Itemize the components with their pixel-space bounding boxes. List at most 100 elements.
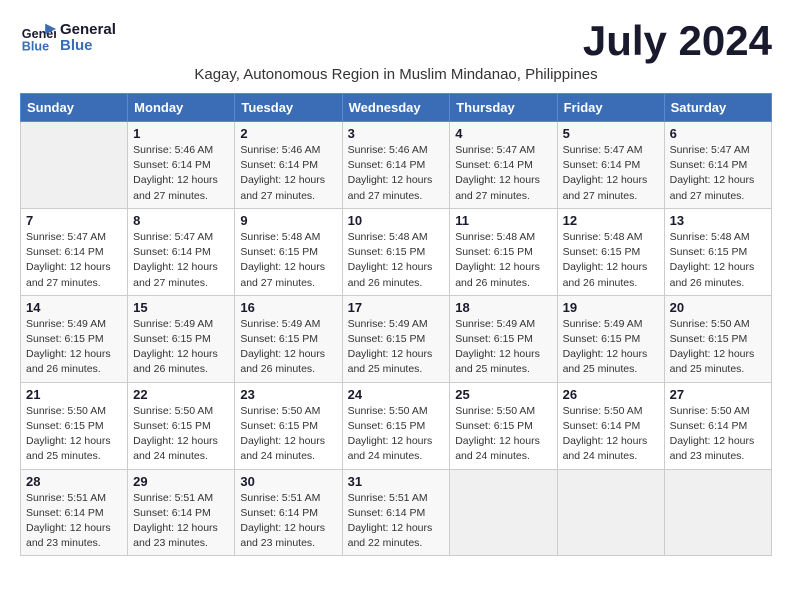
- calendar-cell: 18 Sunrise: 5:49 AM Sunset: 6:15 PM Dayli…: [450, 295, 557, 382]
- day-info: Sunrise: 5:51 AM Sunset: 6:14 PM Dayligh…: [133, 491, 229, 552]
- calendar-header-row: SundayMondayTuesdayWednesdayThursdayFrid…: [21, 94, 772, 122]
- day-number: 18: [455, 300, 551, 315]
- column-header-tuesday: Tuesday: [235, 94, 342, 122]
- calendar-cell: 23 Sunrise: 5:50 AM Sunset: 6:15 PM Dayli…: [235, 382, 342, 469]
- column-header-thursday: Thursday: [450, 94, 557, 122]
- day-info: Sunrise: 5:51 AM Sunset: 6:14 PM Dayligh…: [348, 491, 445, 552]
- day-number: 4: [455, 126, 551, 141]
- day-number: 22: [133, 387, 229, 402]
- calendar-cell: 8 Sunrise: 5:47 AM Sunset: 6:14 PM Daylig…: [128, 208, 235, 295]
- day-info: Sunrise: 5:49 AM Sunset: 6:15 PM Dayligh…: [563, 317, 659, 378]
- calendar-cell: 13 Sunrise: 5:48 AM Sunset: 6:15 PM Dayli…: [664, 208, 771, 295]
- calendar-subtitle: Kagay, Autonomous Region in Muslim Minda…: [20, 66, 772, 83]
- day-number: 24: [348, 387, 445, 402]
- column-header-friday: Friday: [557, 94, 664, 122]
- day-number: 10: [348, 213, 445, 228]
- day-info: Sunrise: 5:50 AM Sunset: 6:15 PM Dayligh…: [670, 317, 766, 378]
- day-info: Sunrise: 5:51 AM Sunset: 6:14 PM Dayligh…: [240, 491, 336, 552]
- day-info: Sunrise: 5:46 AM Sunset: 6:14 PM Dayligh…: [240, 143, 336, 204]
- day-number: 20: [670, 300, 766, 315]
- day-info: Sunrise: 5:49 AM Sunset: 6:15 PM Dayligh…: [348, 317, 445, 378]
- day-number: 27: [670, 387, 766, 402]
- day-number: 13: [670, 213, 766, 228]
- day-number: 17: [348, 300, 445, 315]
- day-info: Sunrise: 5:47 AM Sunset: 6:14 PM Dayligh…: [670, 143, 766, 204]
- day-info: Sunrise: 5:48 AM Sunset: 6:15 PM Dayligh…: [348, 230, 445, 291]
- day-info: Sunrise: 5:46 AM Sunset: 6:14 PM Dayligh…: [133, 143, 229, 204]
- day-number: 30: [240, 474, 336, 489]
- day-info: Sunrise: 5:49 AM Sunset: 6:15 PM Dayligh…: [455, 317, 551, 378]
- day-info: Sunrise: 5:48 AM Sunset: 6:15 PM Dayligh…: [455, 230, 551, 291]
- calendar-cell: 5Sunrise: 5:47 AM Sunset: 6:14 PM Daylig…: [557, 122, 664, 209]
- calendar-cell: 29 Sunrise: 5:51 AM Sunset: 6:14 PM Dayli…: [128, 469, 235, 556]
- day-number: 3: [348, 126, 445, 141]
- day-number: 9: [240, 213, 336, 228]
- day-number: 26: [563, 387, 659, 402]
- day-info: Sunrise: 5:49 AM Sunset: 6:15 PM Dayligh…: [133, 317, 229, 378]
- day-number: 2: [240, 126, 336, 141]
- column-header-monday: Monday: [128, 94, 235, 122]
- day-info: Sunrise: 5:47 AM Sunset: 6:14 PM Dayligh…: [26, 230, 122, 291]
- calendar-cell: 26Sunrise: 5:50 AM Sunset: 6:14 PM Dayli…: [557, 382, 664, 469]
- day-info: Sunrise: 5:48 AM Sunset: 6:15 PM Dayligh…: [563, 230, 659, 291]
- day-number: 16: [240, 300, 336, 315]
- day-number: 29: [133, 474, 229, 489]
- calendar-week-row: 14 Sunrise: 5:49 AM Sunset: 6:15 PM Dayli…: [21, 295, 772, 382]
- day-info: Sunrise: 5:50 AM Sunset: 6:15 PM Dayligh…: [455, 404, 551, 465]
- day-info: Sunrise: 5:49 AM Sunset: 6:15 PM Dayligh…: [240, 317, 336, 378]
- logo-line1: General: [60, 22, 116, 39]
- calendar-cell: 9 Sunrise: 5:48 AM Sunset: 6:15 PM Daylig…: [235, 208, 342, 295]
- day-number: 12: [563, 213, 659, 228]
- day-number: 7: [26, 213, 122, 228]
- day-number: 1: [133, 126, 229, 141]
- calendar-cell: 17 Sunrise: 5:49 AM Sunset: 6:15 PM Dayli…: [342, 295, 450, 382]
- day-info: Sunrise: 5:50 AM Sunset: 6:15 PM Dayligh…: [348, 404, 445, 465]
- day-number: 14: [26, 300, 122, 315]
- day-number: 23: [240, 387, 336, 402]
- calendar-cell: 25 Sunrise: 5:50 AM Sunset: 6:15 PM Dayli…: [450, 382, 557, 469]
- calendar-cell: [21, 122, 128, 209]
- day-info: Sunrise: 5:47 AM Sunset: 6:14 PM Dayligh…: [563, 143, 659, 204]
- calendar-week-row: 1 Sunrise: 5:46 AM Sunset: 6:14 PM Daylig…: [21, 122, 772, 209]
- calendar-cell: 3 Sunrise: 5:46 AM Sunset: 6:14 PM Daylig…: [342, 122, 450, 209]
- day-info: Sunrise: 5:50 AM Sunset: 6:15 PM Dayligh…: [133, 404, 229, 465]
- day-info: Sunrise: 5:47 AM Sunset: 6:14 PM Dayligh…: [133, 230, 229, 291]
- day-number: 25: [455, 387, 551, 402]
- day-info: Sunrise: 5:46 AM Sunset: 6:14 PM Dayligh…: [348, 143, 445, 204]
- day-number: 21: [26, 387, 122, 402]
- calendar-cell: 28 Sunrise: 5:51 AM Sunset: 6:14 PM Dayli…: [21, 469, 128, 556]
- calendar-cell: 7 Sunrise: 5:47 AM Sunset: 6:14 PM Daylig…: [21, 208, 128, 295]
- calendar-cell: 16 Sunrise: 5:49 AM Sunset: 6:15 PM Dayli…: [235, 295, 342, 382]
- day-info: Sunrise: 5:51 AM Sunset: 6:14 PM Dayligh…: [26, 491, 122, 552]
- day-number: 28: [26, 474, 122, 489]
- day-info: Sunrise: 5:48 AM Sunset: 6:15 PM Dayligh…: [240, 230, 336, 291]
- day-number: 8: [133, 213, 229, 228]
- day-info: Sunrise: 5:50 AM Sunset: 6:15 PM Dayligh…: [26, 404, 122, 465]
- column-header-sunday: Sunday: [21, 94, 128, 122]
- month-title: July 2024: [583, 20, 772, 62]
- day-info: Sunrise: 5:50 AM Sunset: 6:15 PM Dayligh…: [240, 404, 336, 465]
- calendar-cell: [557, 469, 664, 556]
- day-info: Sunrise: 5:48 AM Sunset: 6:15 PM Dayligh…: [670, 230, 766, 291]
- calendar-cell: 20 Sunrise: 5:50 AM Sunset: 6:15 PM Dayli…: [664, 295, 771, 382]
- calendar-cell: 1 Sunrise: 5:46 AM Sunset: 6:14 PM Daylig…: [128, 122, 235, 209]
- calendar-cell: 24 Sunrise: 5:50 AM Sunset: 6:15 PM Dayli…: [342, 382, 450, 469]
- calendar-cell: [664, 469, 771, 556]
- calendar-cell: 4Sunrise: 5:47 AM Sunset: 6:14 PM Daylig…: [450, 122, 557, 209]
- header: General Blue General Blue July 2024: [20, 20, 772, 62]
- svg-text:Blue: Blue: [22, 40, 49, 54]
- calendar-cell: 2 Sunrise: 5:46 AM Sunset: 6:14 PM Daylig…: [235, 122, 342, 209]
- calendar-cell: 30 Sunrise: 5:51 AM Sunset: 6:14 PM Dayli…: [235, 469, 342, 556]
- day-info: Sunrise: 5:50 AM Sunset: 6:14 PM Dayligh…: [670, 404, 766, 465]
- calendar-week-row: 7 Sunrise: 5:47 AM Sunset: 6:14 PM Daylig…: [21, 208, 772, 295]
- day-number: 11: [455, 213, 551, 228]
- calendar-cell: 10 Sunrise: 5:48 AM Sunset: 6:15 PM Dayli…: [342, 208, 450, 295]
- calendar-cell: 12 Sunrise: 5:48 AM Sunset: 6:15 PM Dayli…: [557, 208, 664, 295]
- column-header-wednesday: Wednesday: [342, 94, 450, 122]
- calendar-table: SundayMondayTuesdayWednesdayThursdayFrid…: [20, 93, 772, 556]
- day-number: 31: [348, 474, 445, 489]
- calendar-week-row: 28 Sunrise: 5:51 AM Sunset: 6:14 PM Dayli…: [21, 469, 772, 556]
- day-number: 6: [670, 126, 766, 141]
- calendar-cell: [450, 469, 557, 556]
- calendar-cell: 22 Sunrise: 5:50 AM Sunset: 6:15 PM Dayli…: [128, 382, 235, 469]
